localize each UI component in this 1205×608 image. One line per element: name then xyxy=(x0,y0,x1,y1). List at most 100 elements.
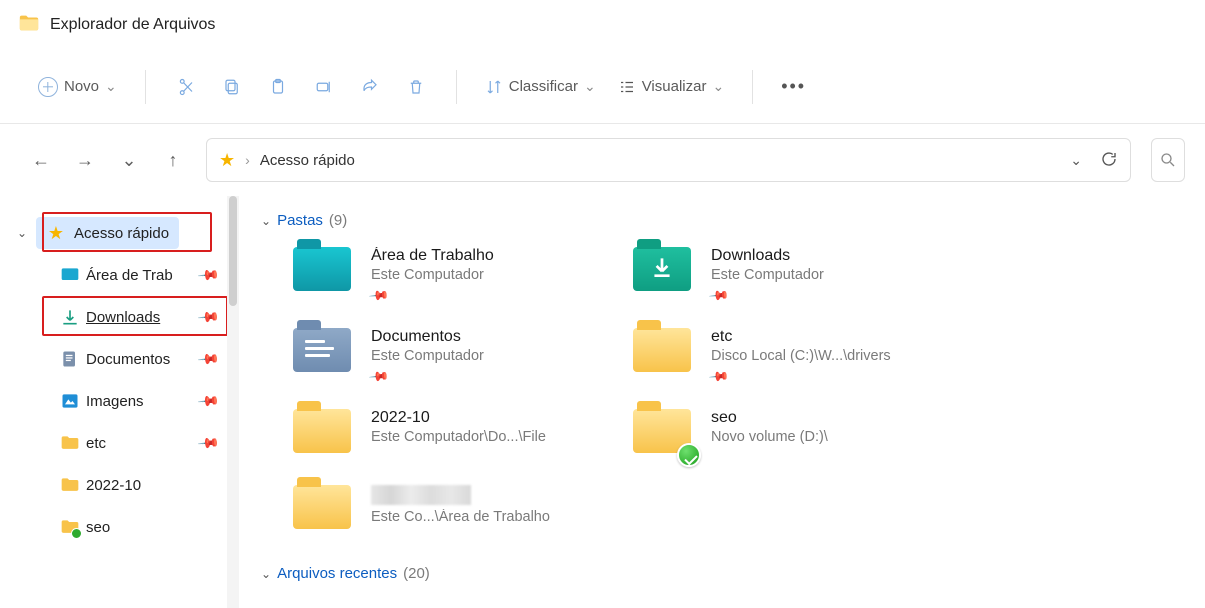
share-button[interactable] xyxy=(350,67,390,107)
tile-subtitle: Disco Local (C:)\W...\drivers xyxy=(711,348,933,364)
main-content: ⌄ Pastas (9) Área de Trabalho Este Compu… xyxy=(239,196,1205,608)
folder-tiles: Área de Trabalho Este Computador 📌 Downl… xyxy=(261,247,1205,537)
toolbar-separator xyxy=(145,70,146,104)
view-icon xyxy=(618,78,636,96)
sidebar-item-label: etc xyxy=(86,435,106,452)
sidebar-item-downloads[interactable]: Downloads 📌 xyxy=(0,296,227,338)
rename-icon xyxy=(315,78,333,96)
star-icon: ★ xyxy=(46,223,66,243)
sidebar-item-seo[interactable]: seo xyxy=(0,506,227,548)
chevron-down-icon: ⌄ xyxy=(712,78,724,95)
sidebar-item-label: 2022-10 xyxy=(86,477,141,494)
address-dropdown-button[interactable]: ⌄ xyxy=(1070,152,1082,169)
more-button[interactable]: ••• xyxy=(773,67,814,107)
sidebar-item-pictures[interactable]: Imagens 📌 xyxy=(0,380,227,422)
sidebar-item-label: Documentos xyxy=(86,351,170,368)
body-area: ⌄ ★ Acesso rápido Área de Trab 📌 Downloa… xyxy=(0,196,1205,608)
sidebar-item-desktop[interactable]: Área de Trab 📌 xyxy=(0,254,227,296)
star-icon: ★ xyxy=(219,150,235,171)
chevron-down-icon: ⌄ xyxy=(14,226,30,240)
view-button-label: Visualizar xyxy=(642,78,707,95)
tile-title: 2022-10 xyxy=(371,409,593,427)
rename-button[interactable] xyxy=(304,67,344,107)
refresh-icon xyxy=(1100,150,1118,168)
tile-desktop[interactable]: Área de Trabalho Este Computador 📌 xyxy=(293,247,593,304)
delete-button[interactable] xyxy=(396,67,436,107)
sidebar-item-label: seo xyxy=(86,519,110,536)
nav-back-button[interactable]: ← xyxy=(24,143,58,177)
folder-icon xyxy=(60,433,80,453)
folder-icon xyxy=(60,475,80,495)
pin-icon: 📌 xyxy=(708,285,731,308)
paste-button[interactable] xyxy=(258,67,298,107)
download-icon xyxy=(60,307,80,327)
trash-icon xyxy=(407,78,425,96)
group-label: Arquivos recentes xyxy=(277,565,397,582)
sort-icon xyxy=(485,78,503,96)
tile-subtitle: Este Computador xyxy=(371,348,593,364)
view-button[interactable]: Visualizar ⌄ xyxy=(610,67,733,107)
app-folder-icon xyxy=(18,12,40,37)
tile-seo[interactable]: seo Novo volume (D:)\ xyxy=(633,409,933,461)
search-icon xyxy=(1159,151,1177,169)
group-header-recent[interactable]: ⌄ Arquivos recentes (20) xyxy=(261,565,1205,582)
sort-button[interactable]: Classificar ⌄ xyxy=(477,67,604,107)
tile-subtitle: Este Computador\Do...\File xyxy=(371,429,593,445)
copy-icon xyxy=(223,78,241,96)
address-location: Acesso rápido xyxy=(260,152,355,169)
chevron-down-icon: ⌄ xyxy=(584,78,596,95)
tile-subtitle: Novo volume (D:)\ xyxy=(711,429,933,445)
sidebar-item-quick-access[interactable]: ⌄ ★ Acesso rápido xyxy=(0,212,227,254)
group-label: Pastas xyxy=(277,212,323,229)
folder-check-icon xyxy=(60,517,80,537)
document-icon xyxy=(60,349,80,369)
scrollbar-thumb[interactable] xyxy=(229,196,237,306)
sidebar-scrollbar[interactable] xyxy=(227,196,239,608)
ellipsis-icon: ••• xyxy=(781,76,806,97)
tile-title: Downloads xyxy=(711,247,933,265)
copy-button[interactable] xyxy=(212,67,252,107)
tile-title: seo xyxy=(711,409,933,427)
sidebar-item-label: Área de Trab xyxy=(86,267,173,284)
toolbar-separator xyxy=(752,70,753,104)
sidebar-item-label: Acesso rápido xyxy=(74,225,169,242)
search-box[interactable] xyxy=(1151,138,1185,182)
tile-etc[interactable]: etc Disco Local (C:)\W...\drivers 📌 xyxy=(633,328,933,385)
documents-folder-icon xyxy=(293,328,355,380)
folder-icon xyxy=(293,485,355,537)
chevron-down-icon: ⌄ xyxy=(261,214,271,228)
sidebar: ⌄ ★ Acesso rápido Área de Trab 📌 Downloa… xyxy=(0,196,227,608)
sidebar-item-2022-10[interactable]: 2022-10 xyxy=(0,464,227,506)
pin-icon: 📌 xyxy=(196,347,220,371)
pin-icon: 📌 xyxy=(368,285,391,308)
plus-circle-icon xyxy=(38,77,58,97)
redacted-title xyxy=(371,485,471,505)
nav-forward-button[interactable]: → xyxy=(68,143,102,177)
group-header-folders[interactable]: ⌄ Pastas (9) xyxy=(261,212,1205,229)
tile-subtitle: Este Computador xyxy=(711,267,933,283)
tile-subtitle: Este Computador xyxy=(371,267,593,283)
pin-icon: 📌 xyxy=(708,366,731,389)
clipboard-icon xyxy=(269,78,287,96)
new-button-label: Novo xyxy=(64,78,99,95)
tile-2022-10[interactable]: 2022-10 Este Computador\Do...\File xyxy=(293,409,593,461)
tile-documents[interactable]: Documentos Este Computador 📌 xyxy=(293,328,593,385)
nav-up-button[interactable]: ↑ xyxy=(156,143,190,177)
cut-button[interactable] xyxy=(166,67,206,107)
sidebar-item-etc[interactable]: etc 📌 xyxy=(0,422,227,464)
desktop-folder-icon xyxy=(293,247,355,299)
title-bar: Explorador de Arquivos xyxy=(0,0,1205,50)
sidebar-item-documents[interactable]: Documentos 📌 xyxy=(0,338,227,380)
new-button[interactable]: Novo ⌄ xyxy=(30,67,125,107)
nav-recent-button[interactable]: ⌄ xyxy=(112,143,146,177)
refresh-button[interactable] xyxy=(1100,150,1118,171)
pin-icon: 📌 xyxy=(196,431,220,455)
sidebar-item-label: Imagens xyxy=(86,393,144,410)
address-bar[interactable]: ★ › Acesso rápido ⌄ xyxy=(206,138,1131,182)
tile-subtitle: Este Co...\Área de Trabalho xyxy=(371,509,593,525)
chevron-down-icon: ⌄ xyxy=(105,78,117,95)
sort-button-label: Classificar xyxy=(509,78,578,95)
tile-redacted[interactable]: Este Co...\Área de Trabalho xyxy=(293,485,593,537)
group-count: (9) xyxy=(329,212,347,229)
tile-downloads[interactable]: Downloads Este Computador 📌 xyxy=(633,247,933,304)
